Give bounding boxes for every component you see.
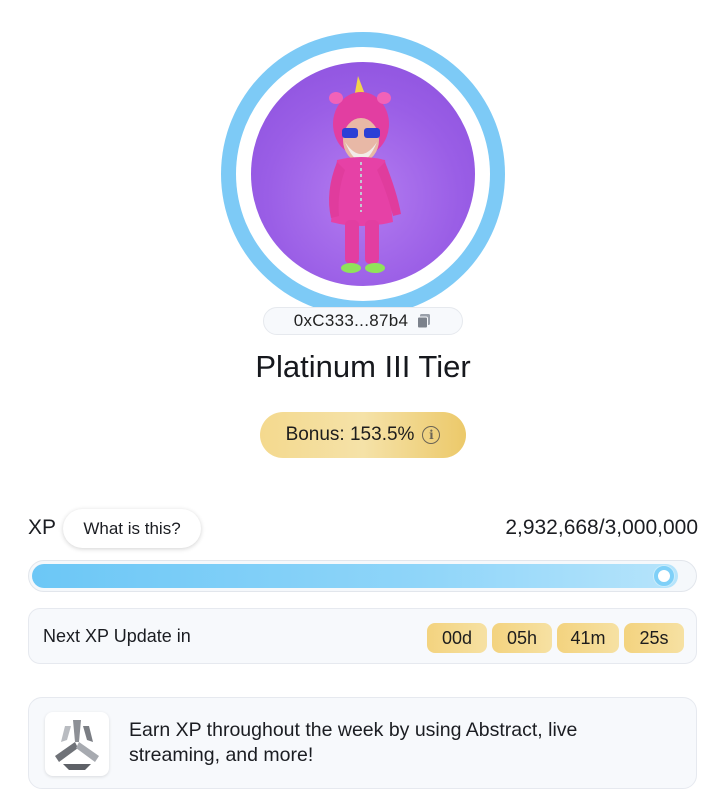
copy-icon[interactable] (416, 313, 432, 329)
earn-xp-description: Earn XP throughout the week by using Abs… (129, 719, 578, 766)
countdown-days: 00d (427, 623, 487, 653)
countdown-hours: 05h (492, 623, 552, 653)
info-icon[interactable]: i (422, 426, 441, 444)
avatar (251, 62, 475, 286)
earn-xp-card: Earn XP throughout the week by using Abs… (28, 697, 697, 789)
bonus-label: Bonus: 153.5% (285, 424, 415, 445)
next-update-panel: Next XP Update in 00d 05h 41m 25s (28, 608, 697, 664)
abstract-logo-icon (45, 712, 109, 776)
wallet-address-pill: 0xC333...87b4 (263, 307, 463, 335)
tier-title: Platinum III Tier (255, 349, 471, 384)
bonus-badge: Bonus: 153.5% i (260, 412, 466, 458)
countdown-minutes: 41m (557, 623, 619, 653)
countdown-seconds: 25s (624, 623, 684, 653)
xp-progress-bar (28, 560, 697, 592)
wallet-address: 0xC333...87b4 (293, 311, 409, 330)
next-update-label: Next XP Update in (43, 626, 191, 646)
avatar-character-image (329, 76, 401, 273)
what-is-this-button[interactable]: What is this? (63, 509, 201, 548)
xp-value: 2,932,668/3,000,000 (505, 516, 698, 539)
xp-label: XP (28, 516, 57, 539)
xp-progress-handle (654, 566, 674, 586)
xp-progress-fill (32, 564, 678, 588)
